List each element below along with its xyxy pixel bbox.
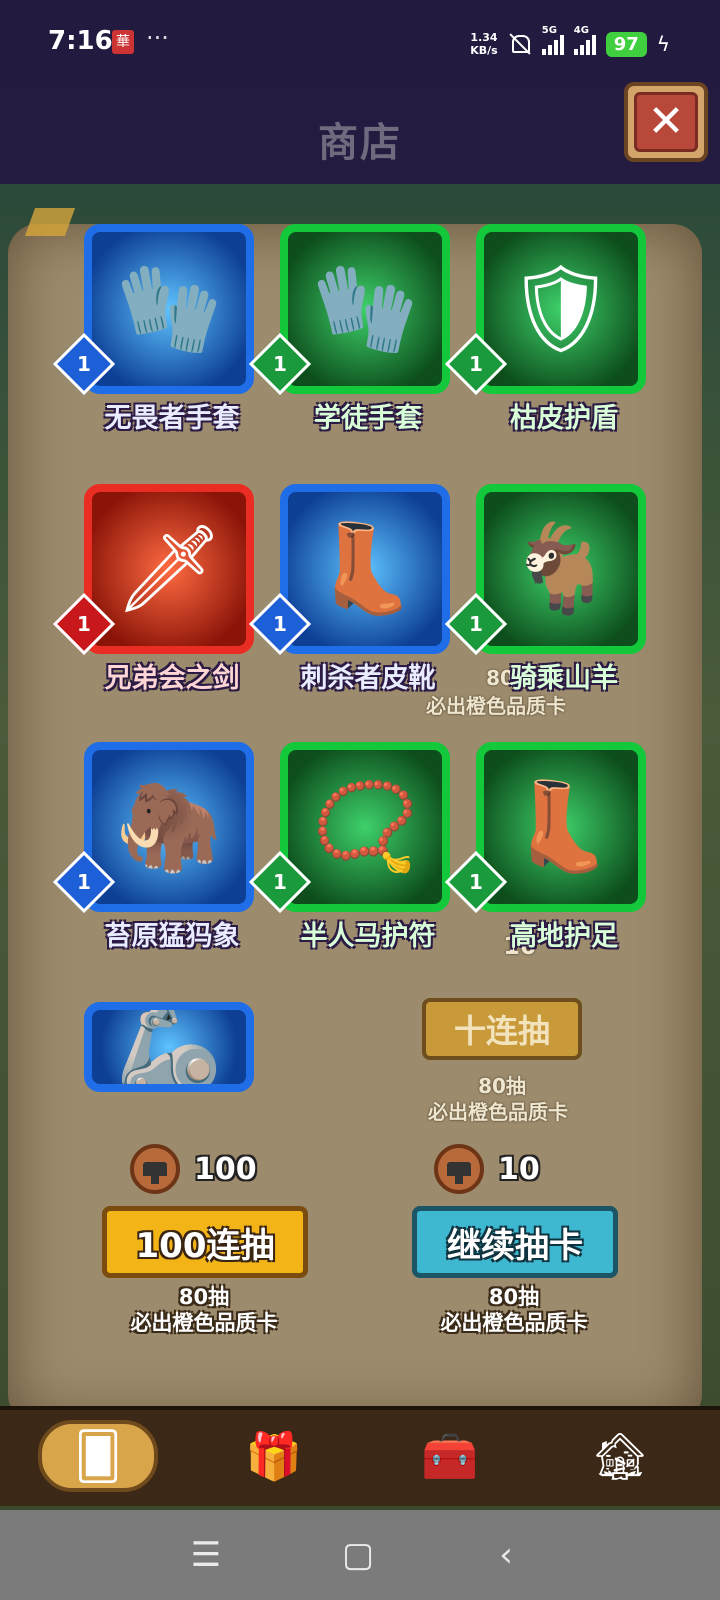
card-deck-icon: 🂠 bbox=[74, 1429, 122, 1483]
signal-4g-label: 4G bbox=[573, 25, 589, 36]
amulet-icon: 📿 bbox=[311, 777, 419, 877]
ten-draw-guarantee-count: 80抽 bbox=[478, 1074, 526, 1098]
item-name: 骑乘山羊 bbox=[510, 663, 618, 694]
level-number: 1 bbox=[273, 870, 287, 894]
sword-icon: 🗡 bbox=[114, 519, 224, 619]
app-notification-icon: 華 bbox=[112, 30, 134, 54]
item-name: 半人马护符 bbox=[300, 921, 436, 952]
level-number: 1 bbox=[273, 612, 287, 636]
guarantee-count-right: 80抽 bbox=[488, 1285, 540, 1309]
level-number: 1 bbox=[469, 870, 483, 894]
item-name: 刺杀者皮靴 bbox=[300, 663, 436, 694]
anvil-currency-icon bbox=[130, 1144, 180, 1194]
recent-apps-button[interactable]: ☰ bbox=[176, 1530, 236, 1580]
item-name: 枯皮护盾 bbox=[510, 403, 618, 434]
ten-draw-button[interactable]: 十连抽 bbox=[422, 998, 582, 1060]
gauntlet-icon: 🧤 bbox=[115, 259, 223, 359]
nav-tab-chest[interactable]: 🧰 bbox=[390, 1420, 510, 1492]
treasure-chest-icon: 🧰 bbox=[421, 1428, 479, 1483]
page-title: 商店 bbox=[318, 120, 402, 166]
network-speed: 1.34 KB/s bbox=[470, 31, 497, 57]
gold-bar-icon bbox=[24, 208, 76, 236]
bracer-icon: 🦾 bbox=[115, 1002, 223, 1092]
level-number: 1 bbox=[77, 870, 91, 894]
close-button[interactable]: ✕ bbox=[624, 82, 708, 162]
home-button[interactable]: ▢ bbox=[328, 1530, 388, 1580]
greaves-icon: 👢 bbox=[507, 777, 615, 877]
cost-value-left: 100 bbox=[194, 1151, 257, 1187]
cost-row-left: 100 bbox=[130, 1144, 257, 1194]
level-number: 1 bbox=[273, 352, 287, 376]
mute-icon bbox=[508, 32, 532, 56]
cost-value-right: 10 bbox=[498, 1151, 540, 1187]
anvil-currency-icon bbox=[434, 1144, 484, 1194]
more-notifications-icon: ··· bbox=[146, 24, 169, 52]
ten-draw-guarantee-text: 必出橙色品质卡 bbox=[428, 1100, 568, 1124]
shield-icon: 🛡 bbox=[506, 259, 616, 359]
network-speed-value: 1.34 bbox=[470, 31, 498, 44]
close-icon: ✕ bbox=[634, 92, 698, 152]
system-nav-bar: ☰ ▢ ‹ bbox=[0, 1510, 720, 1600]
continue-draw-button[interactable]: 继续抽卡 bbox=[412, 1206, 618, 1278]
goat-icon: 🐐 bbox=[507, 519, 615, 619]
item-name: 无畏者手套 bbox=[104, 403, 240, 434]
nav-tab-gifts[interactable]: 🎁 bbox=[214, 1420, 334, 1492]
guarantee-text-left: 必出橙色品质卡 bbox=[130, 1311, 278, 1335]
guarantee-text-right: 必出橙色品质卡 bbox=[440, 1311, 588, 1335]
boots-icon: 👢 bbox=[311, 519, 419, 619]
back-button[interactable]: ‹ bbox=[476, 1530, 536, 1580]
network-speed-unit: KB/s bbox=[470, 44, 498, 57]
level-number: 1 bbox=[77, 352, 91, 376]
guarantee-count-left: 80抽 bbox=[178, 1285, 230, 1309]
item-name: 高地护足 bbox=[510, 921, 618, 952]
draw-100-button[interactable]: 100连抽 bbox=[102, 1206, 308, 1278]
signal-4g-icon: 4G bbox=[573, 25, 596, 55]
item-name: 学徒手套 bbox=[314, 403, 422, 434]
level-number: 1 bbox=[77, 612, 91, 636]
glove-icon: 🧤 bbox=[311, 259, 419, 359]
signal-5g-label: 5G bbox=[541, 25, 557, 36]
nav-tab-cards[interactable]: 🂠 bbox=[38, 1420, 158, 1492]
signal-5g-icon: 5G bbox=[541, 25, 564, 55]
status-bar: 7:16 華 ··· 1.34 KB/s 5G 4G 97 ϟ bbox=[0, 0, 720, 88]
house-icon: 🏚 bbox=[590, 1428, 650, 1483]
battery-indicator: 97 bbox=[605, 31, 647, 57]
status-time: 7:16 bbox=[48, 26, 113, 56]
mammoth-icon: 🦣 bbox=[115, 777, 223, 877]
shop-header: 商店 bbox=[0, 88, 720, 184]
level-number: 1 bbox=[469, 612, 483, 636]
cost-row-right: 10 bbox=[434, 1144, 540, 1194]
gift-icon: 🎁 bbox=[245, 1428, 303, 1483]
item-name: 苔原猛犸象 bbox=[104, 921, 240, 952]
level-number: 1 bbox=[469, 352, 483, 376]
status-indicators: 1.34 KB/s 5G 4G 97 ϟ bbox=[470, 24, 670, 64]
nav-tab-house[interactable]: 🏚 bbox=[560, 1420, 680, 1492]
bottom-nav: 🂠 🎁 🧰 🏚 bbox=[0, 1406, 720, 1506]
item-frame: 🦾 bbox=[84, 1002, 254, 1092]
item-name: 兄弟会之剑 bbox=[104, 663, 240, 694]
charging-icon: ϟ bbox=[656, 32, 670, 56]
